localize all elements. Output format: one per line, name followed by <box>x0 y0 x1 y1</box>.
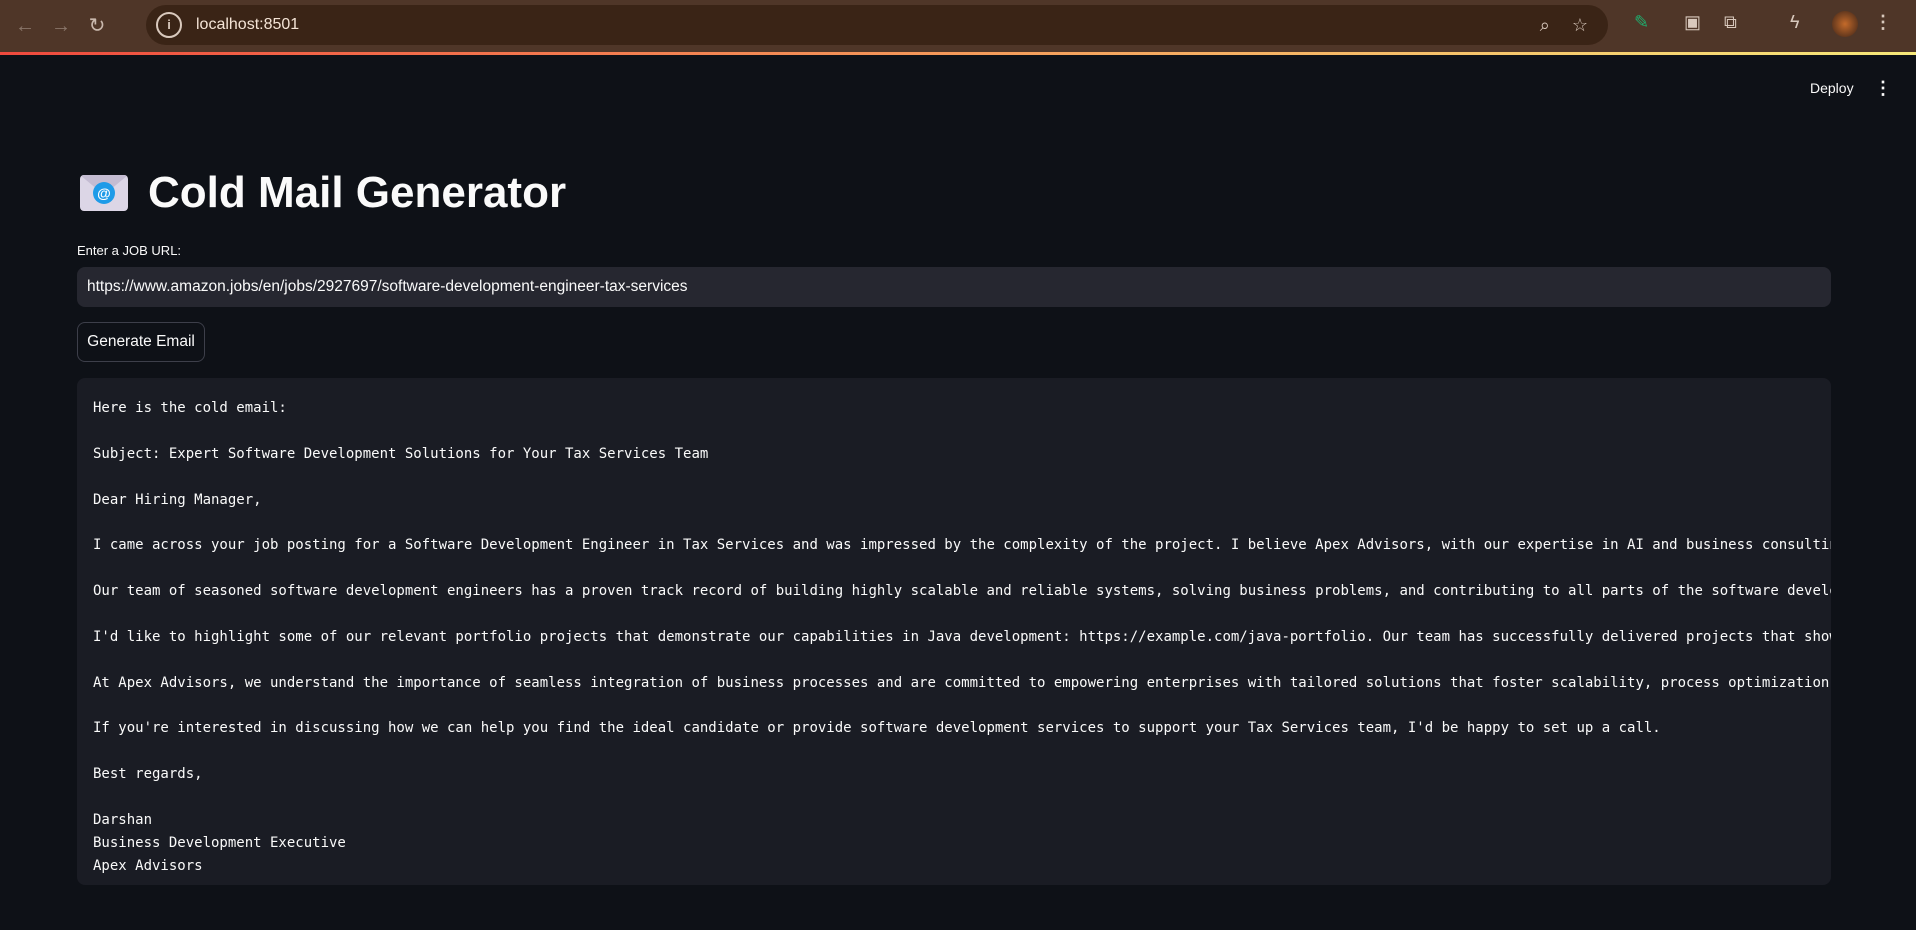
forward-icon[interactable]: → <box>50 15 72 37</box>
extension-screenshot-icon[interactable]: ▣ <box>1684 12 1701 33</box>
page-title: @ Cold Mail Generator <box>80 168 566 218</box>
zoom-icon[interactable]: ⌕ <box>1540 15 1550 36</box>
email-line: Our team of seasoned software developmen… <box>93 583 1831 600</box>
envelope-icon: @ <box>80 175 128 211</box>
email-blank-line <box>93 511 1831 534</box>
email-blank-line <box>93 740 1831 763</box>
email-blank-line <box>93 557 1831 580</box>
email-line: Dear Hiring Manager, <box>93 491 262 508</box>
email-line: I'd like to highlight some of our releva… <box>93 628 1831 645</box>
email-blank-line <box>93 603 1831 626</box>
profile-avatar[interactable] <box>1832 11 1858 37</box>
job-url-label: Enter a JOB URL: <box>77 243 182 258</box>
page-title-text: Cold Mail Generator <box>148 168 567 217</box>
email-blank-line <box>93 420 1831 443</box>
back-icon[interactable]: ← <box>14 15 36 37</box>
email-output-block: Here is the cold email: Subject: Expert S… <box>77 378 1831 885</box>
extension-pen-icon[interactable]: ✎ <box>1634 12 1649 33</box>
kebab-icon[interactable]: ⋮ <box>1874 78 1892 99</box>
page-scrollbar[interactable] <box>1904 55 1916 930</box>
reload-icon[interactable]: ↻ <box>86 15 108 37</box>
email-blank-line <box>93 786 1831 809</box>
browser-menu-icon[interactable]: ⋮ <box>1874 12 1892 33</box>
performance-icon[interactable]: ϟ <box>1790 12 1800 33</box>
extensions-puzzle-icon[interactable]: ⧉ <box>1724 12 1737 33</box>
job-url-input[interactable]: https://www.amazon.jobs/en/jobs/2927697/… <box>77 267 1831 307</box>
email-line: Subject: Expert Software Development Sol… <box>93 445 709 462</box>
email-line: Here is the cold email: <box>93 400 287 416</box>
address-bar[interactable]: i localhost:8501 ⌕ ☆ <box>146 5 1608 45</box>
email-line: Best regards, <box>93 766 203 783</box>
email-line: If you're interested in discussing how w… <box>93 720 1661 737</box>
email-line: I came across your job posting for a Sof… <box>93 537 1831 554</box>
address-url[interactable]: localhost:8501 <box>196 16 299 34</box>
email-line: Business Development Executive <box>93 834 346 851</box>
deploy-button[interactable]: Deploy <box>1810 80 1854 96</box>
browser-toolbar: ← → ↻ i localhost:8501 ⌕ ☆ ✎ ▣ ⧉ ϟ ⋮ <box>0 0 1916 52</box>
bookmark-star-icon[interactable]: ☆ <box>1572 15 1588 36</box>
generate-email-button[interactable]: Generate Email <box>77 322 205 362</box>
email-blank-line <box>93 649 1831 672</box>
accent-bar <box>0 52 1916 55</box>
email-blank-line <box>93 695 1831 718</box>
email-blank-line <box>93 466 1831 489</box>
email-line: Darshan <box>93 812 153 829</box>
site-info-icon[interactable]: i <box>156 12 182 38</box>
email-line: At Apex Advisors, we understand the impo… <box>93 674 1831 691</box>
email-line: Apex Advisors <box>93 857 203 874</box>
